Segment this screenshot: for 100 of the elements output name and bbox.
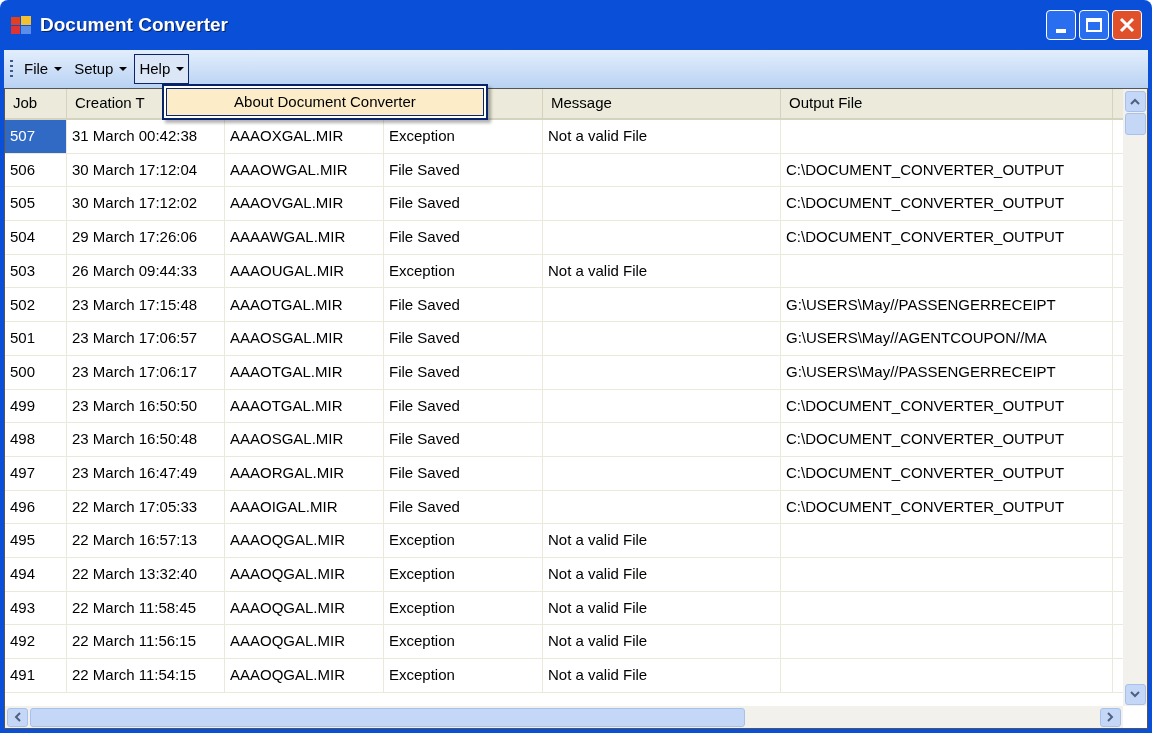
table-cell[interactable]: 22 March 16:57:13 (67, 524, 225, 557)
table-cell[interactable]: Exception (384, 524, 543, 557)
table-cell[interactable]: AAAOWGAL.MIR (225, 153, 384, 187)
table-cell[interactable]: Exception (384, 557, 543, 591)
scrollbar-thumb[interactable] (30, 707, 745, 727)
table-cell[interactable]: 22 March 17:05:33 (67, 490, 225, 524)
horizontal-scrollbar[interactable] (5, 706, 1123, 728)
maximize-button[interactable] (1079, 10, 1109, 40)
table-cell[interactable]: Not a valid File (543, 524, 781, 557)
table-cell[interactable]: AAAOQGAL.MIR (225, 591, 384, 625)
table-cell[interactable]: 504 (5, 221, 67, 254)
table-cell[interactable]: C:\DOCUMENT_CONVERTER_OUTPUT (781, 187, 1113, 221)
table-cell[interactable]: File Saved (384, 322, 543, 355)
table-cell[interactable]: C:\DOCUMENT_CONVERTER_OUTPUT (781, 423, 1113, 456)
table-cell[interactable]: Exception (384, 659, 543, 692)
table-cell[interactable]: 503 (5, 254, 67, 288)
table-cell[interactable]: AAAOUGAL.MIR (225, 254, 384, 288)
table-cell[interactable]: 23 March 16:50:48 (67, 423, 225, 456)
table-cell[interactable]: 506 (5, 153, 67, 187)
table-cell[interactable]: 492 (5, 625, 67, 658)
table-cell[interactable]: AAAOQGAL.MIR (225, 625, 384, 658)
table-cell[interactable]: 496 (5, 490, 67, 524)
table-cell[interactable]: 495 (5, 524, 67, 557)
table-cell[interactable]: 30 March 17:12:02 (67, 187, 225, 221)
scroll-left-button[interactable] (7, 707, 28, 727)
table-cell[interactable]: 23 March 16:47:49 (67, 456, 225, 490)
table-cell[interactable]: File Saved (384, 355, 543, 389)
table-cell[interactable]: C:\DOCUMENT_CONVERTER_OUTPUT (781, 153, 1113, 187)
table-cell[interactable]: File Saved (384, 490, 543, 524)
table-cell[interactable]: 501 (5, 322, 67, 355)
table-cell[interactable]: AAAAWGAL.MIR (225, 221, 384, 254)
table-cell[interactable]: C:\DOCUMENT_CONVERTER_OUTPUT (781, 389, 1113, 423)
table-cell[interactable]: G:\USERS\May//PASSENGERRECEIPT (781, 355, 1113, 389)
table-cell[interactable]: File Saved (384, 153, 543, 187)
table-cell[interactable]: C:\DOCUMENT_CONVERTER_OUTPUT (781, 456, 1113, 490)
table-cell[interactable]: 493 (5, 591, 67, 625)
menu-item[interactable]: Setup (69, 54, 133, 84)
table-cell[interactable]: AAAOSGAL.MIR (225, 322, 384, 355)
table-cell[interactable]: Exception (384, 591, 543, 625)
column-header[interactable]: Output File (789, 92, 863, 115)
table-cell[interactable]: Not a valid File (543, 659, 781, 692)
table-cell[interactable]: AAAOVGAL.MIR (225, 187, 384, 221)
table-cell[interactable]: 22 March 11:54:15 (67, 659, 225, 692)
table-cell[interactable]: AAAOIGAL.MIR (225, 490, 384, 524)
table-cell[interactable]: 29 March 17:26:06 (67, 221, 225, 254)
table-cell[interactable]: 30 March 17:12:04 (67, 153, 225, 187)
scroll-up-button[interactable] (1124, 91, 1146, 112)
table-cell[interactable]: Exception (384, 254, 543, 288)
table-cell[interactable]: 497 (5, 456, 67, 490)
close-button[interactable] (1112, 10, 1142, 40)
table-cell[interactable]: File Saved (384, 288, 543, 322)
table-cell[interactable]: File Saved (384, 389, 543, 423)
table-cell[interactable]: File Saved (384, 187, 543, 221)
table-cell[interactable]: C:\DOCUMENT_CONVERTER_OUTPUT (781, 221, 1113, 254)
table-cell[interactable]: AAAOTGAL.MIR (225, 288, 384, 322)
menu-item[interactable]: File (19, 54, 68, 84)
table-cell[interactable]: AAAOSGAL.MIR (225, 423, 384, 456)
table-cell[interactable]: AAAOTGAL.MIR (225, 355, 384, 389)
table-cell[interactable]: 23 March 17:06:57 (67, 322, 225, 355)
table-cell[interactable]: Not a valid File (543, 254, 781, 288)
table-cell[interactable]: 26 March 09:44:33 (67, 254, 225, 288)
vertical-scrollbar[interactable] (1123, 89, 1147, 706)
table-cell[interactable]: 500 (5, 355, 67, 389)
table-cell[interactable]: File Saved (384, 456, 543, 490)
column-header[interactable]: Message (551, 92, 612, 115)
table-cell[interactable]: 23 March 17:06:17 (67, 355, 225, 389)
scroll-down-button[interactable] (1124, 684, 1146, 705)
table-cell[interactable]: 505 (5, 187, 67, 221)
minimize-button[interactable] (1046, 10, 1076, 40)
table-cell[interactable]: C:\DOCUMENT_CONVERTER_OUTPUT (781, 490, 1113, 524)
table-cell[interactable]: Not a valid File (543, 625, 781, 658)
dropdown-item[interactable]: About Document Converter (166, 88, 484, 116)
scrollbar-thumb[interactable] (1124, 113, 1146, 135)
scroll-right-button[interactable] (1100, 707, 1121, 727)
table-cell[interactable]: AAAOQGAL.MIR (225, 659, 384, 692)
column-header[interactable]: Job (13, 92, 38, 115)
table-cell[interactable]: AAAOQGAL.MIR (225, 524, 384, 557)
table-cell[interactable]: File Saved (384, 221, 543, 254)
table-cell[interactable]: Not a valid File (543, 557, 781, 591)
table-cell[interactable]: 502 (5, 288, 67, 322)
menu-item[interactable]: Help (134, 54, 190, 84)
table-cell[interactable]: 22 March 11:56:15 (67, 625, 225, 658)
table-cell[interactable]: 498 (5, 423, 67, 456)
column-header[interactable]: Creation T (75, 92, 145, 115)
table-cell[interactable]: 499 (5, 389, 67, 423)
table-cell[interactable]: 23 March 16:50:50 (67, 389, 225, 423)
table-cell[interactable]: G:\USERS\May//AGENTCOUPON//MA (781, 322, 1113, 355)
table-cell[interactable]: File Saved (384, 423, 543, 456)
table-cell[interactable]: AAAOTGAL.MIR (225, 389, 384, 423)
table-cell[interactable]: 491 (5, 659, 67, 692)
table-cell[interactable]: 22 March 11:58:45 (67, 591, 225, 625)
table-cell[interactable]: Exception (384, 625, 543, 658)
table-cell[interactable]: G:\USERS\May//PASSENGERRECEIPT (781, 288, 1113, 322)
table-cell[interactable]: 507 (5, 120, 67, 153)
table-cell[interactable]: 22 March 13:32:40 (67, 557, 225, 591)
table-cell[interactable]: 494 (5, 557, 67, 591)
table-cell[interactable]: 23 March 17:15:48 (67, 288, 225, 322)
table-cell[interactable]: Not a valid File (543, 591, 781, 625)
table-cell[interactable]: Not a valid File (543, 120, 781, 153)
table-cell[interactable]: AAAORGAL.MIR (225, 456, 384, 490)
